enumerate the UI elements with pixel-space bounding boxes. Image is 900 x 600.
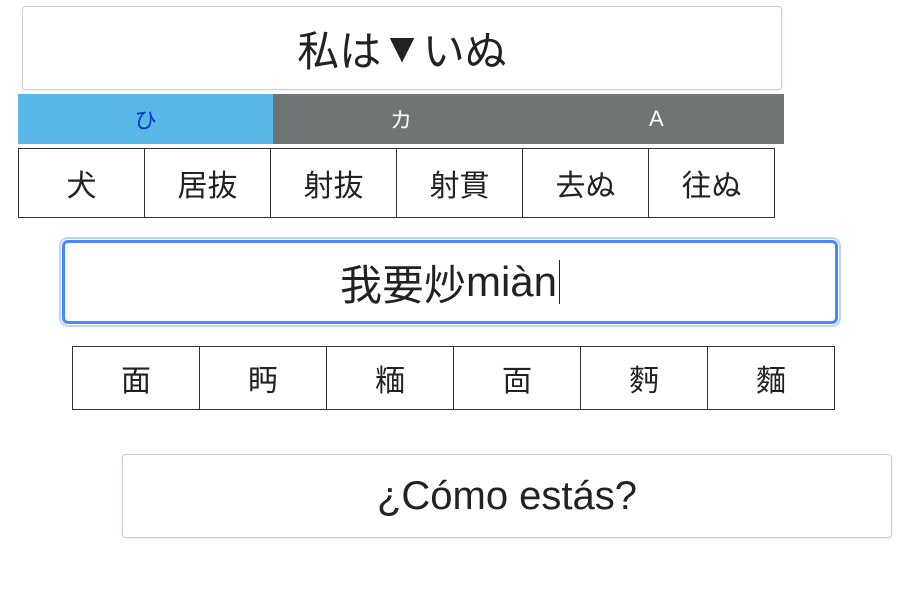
japanese-ime-mode-tabs: ひ カ A xyxy=(18,94,784,144)
spanish-text-input[interactable]: ¿Cómo estás? xyxy=(122,454,892,538)
japanese-text-input[interactable]: 私は ▼ いぬ xyxy=(22,6,782,90)
chinese-candidate-list: 面 眄 糆 靣 麪 麵 xyxy=(72,346,835,410)
jp-candidate[interactable]: 射貫 xyxy=(396,148,523,218)
cn-candidate[interactable]: 面 xyxy=(72,346,200,410)
jp-text-after-caret: いぬ xyxy=(423,18,507,79)
cn-text-committed: 我要炒 xyxy=(340,252,466,313)
caret-down-icon: ▼ xyxy=(381,24,423,72)
cn-candidate[interactable]: 麵 xyxy=(707,346,835,410)
cn-candidate[interactable]: 麪 xyxy=(580,346,708,410)
ime-mode-alpha[interactable]: A xyxy=(529,94,784,144)
jp-candidate[interactable]: 犬 xyxy=(18,148,145,218)
chinese-text-input[interactable]: 我要炒 miàn xyxy=(62,240,838,324)
jp-candidate[interactable]: 射抜 xyxy=(270,148,397,218)
cn-text-composing: miàn xyxy=(466,258,557,306)
text-cursor-icon xyxy=(559,260,560,304)
cn-candidate[interactable]: 眄 xyxy=(199,346,327,410)
es-text: ¿Cómo estás? xyxy=(377,474,637,519)
jp-candidate[interactable]: 居抜 xyxy=(144,148,271,218)
jp-candidate[interactable]: 去ぬ xyxy=(522,148,649,218)
cn-candidate[interactable]: 糆 xyxy=(326,346,454,410)
cn-candidate[interactable]: 靣 xyxy=(453,346,581,410)
jp-text-before-caret: 私は xyxy=(297,18,381,79)
jp-candidate[interactable]: 往ぬ xyxy=(648,148,775,218)
ime-mode-hiragana[interactable]: ひ xyxy=(18,94,273,144)
ime-mode-katakana[interactable]: カ xyxy=(273,94,528,144)
japanese-candidate-list: 犬 居抜 射抜 射貫 去ぬ 往ぬ xyxy=(18,148,775,218)
